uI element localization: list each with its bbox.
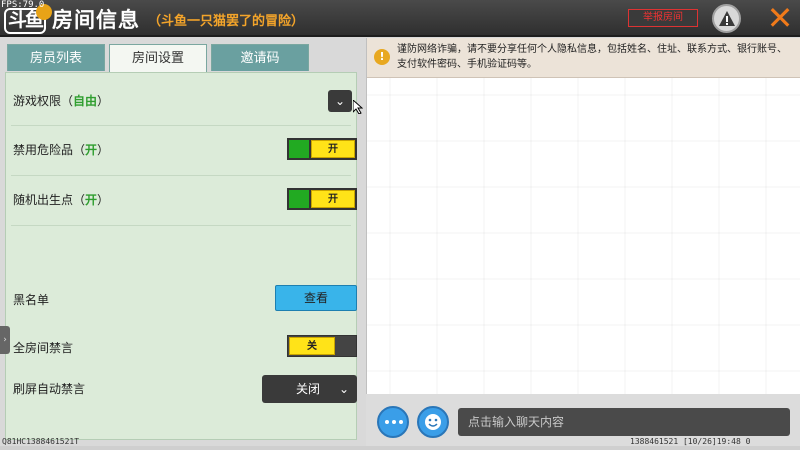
settings-panel: 游戏权限（自由） ⌄ 禁用危险品（开） 开 随机出生点（开） 开 黑名单 查看 … [5, 72, 363, 440]
random-spawn-label: 随机出生点（开） [13, 193, 110, 207]
toggle-track [289, 190, 309, 208]
fraud-notice: ! 谨防网络诈骗，请不要分享任何个人隐私信息，包括姓名、住址、联系方式、银行账号… [367, 38, 800, 78]
view-blacklist-button[interactable]: 查看 [275, 285, 357, 311]
page-title: 房间信息 [52, 8, 140, 32]
mute-all-label: 全房间禁言 [13, 341, 74, 355]
exclamation-icon: ! [374, 49, 390, 65]
fps-counter: FPS:79.0 [1, 0, 45, 10]
toggle-track [289, 140, 309, 158]
warning-icon [719, 11, 735, 26]
setting-row-ban-dangerous: 禁用危险品（开） 开 [6, 125, 358, 175]
tab-member-list[interactable]: 房员列表 [7, 44, 105, 71]
game-permission-value: 自由 [73, 94, 98, 108]
footer-user-id: Q81HC1388461521T [2, 437, 80, 446]
setting-row-blacklist: 黑名单 查看 [6, 273, 358, 323]
emoji-button[interactable] [417, 406, 449, 438]
chevron-down-icon: ⌄ [334, 94, 346, 108]
footer-strip [0, 446, 800, 450]
report-room-button[interactable]: 举报房间 [628, 9, 698, 27]
ban-dangerous-label: 禁用危险品（开） [13, 143, 110, 157]
chat-panel: ! 谨防网络诈骗，请不要分享任何个人隐私信息，包括姓名、住址、联系方式、银行账号… [366, 38, 800, 394]
toggle-knob: 开 [311, 190, 355, 208]
setting-row-mute-all: 全房间禁言 关 [6, 323, 358, 368]
smiley-icon [425, 414, 441, 430]
setting-row-random-spawn: 随机出生点（开） 开 [6, 175, 358, 225]
toggle-knob: 关 [289, 337, 335, 355]
random-spawn-toggle[interactable]: 开 [287, 188, 357, 210]
tab-invite-code[interactable]: 邀请码 [211, 44, 309, 71]
auto-mute-select[interactable]: 关闭 ⌄ [262, 375, 357, 403]
warning-button[interactable] [712, 4, 741, 33]
room-subtitle: （斗鱼一只猫罢了的冒险） [148, 14, 305, 29]
setting-row-auto-mute: 刷屏自动禁言 关闭 ⌄ [6, 368, 358, 413]
auto-mute-selected-value: 关闭 [296, 382, 321, 396]
setting-row-game-permission: 游戏权限（自由） ⌄ [6, 73, 363, 125]
mouse-cursor-icon [353, 100, 363, 114]
ban-dangerous-toggle[interactable]: 开 [287, 138, 357, 160]
ellipsis-icon [385, 420, 403, 424]
notice-text: 谨防网络诈骗，请不要分享任何个人隐私信息，包括姓名、住址、联系方式、银行账号、支… [397, 44, 787, 70]
tab-room-settings[interactable]: 房间设置 [109, 44, 207, 74]
more-options-button[interactable] [377, 406, 409, 438]
mute-all-toggle[interactable]: 关 [287, 335, 357, 357]
game-permission-label: 游戏权限（自由） [13, 94, 110, 108]
chat-input[interactable]: 点击输入聊天内容 [458, 408, 790, 436]
side-expand-handle[interactable]: › [0, 326, 10, 354]
close-button[interactable]: ✕ [764, 2, 796, 34]
divider [11, 225, 351, 226]
close-icon: ✕ [766, 0, 794, 37]
title-bar: 斗鱼 房间信息 （斗鱼一只猫罢了的冒险） 举报房间 ✕ [0, 0, 800, 37]
toggle-knob: 开 [311, 140, 355, 158]
blacklist-label: 黑名单 [13, 293, 50, 307]
chevron-right-icon: › [3, 335, 7, 345]
game-permission-dropdown[interactable]: ⌄ [328, 90, 352, 112]
auto-mute-label: 刷屏自动禁言 [13, 382, 86, 396]
chevron-down-icon: ⌄ [338, 382, 349, 396]
